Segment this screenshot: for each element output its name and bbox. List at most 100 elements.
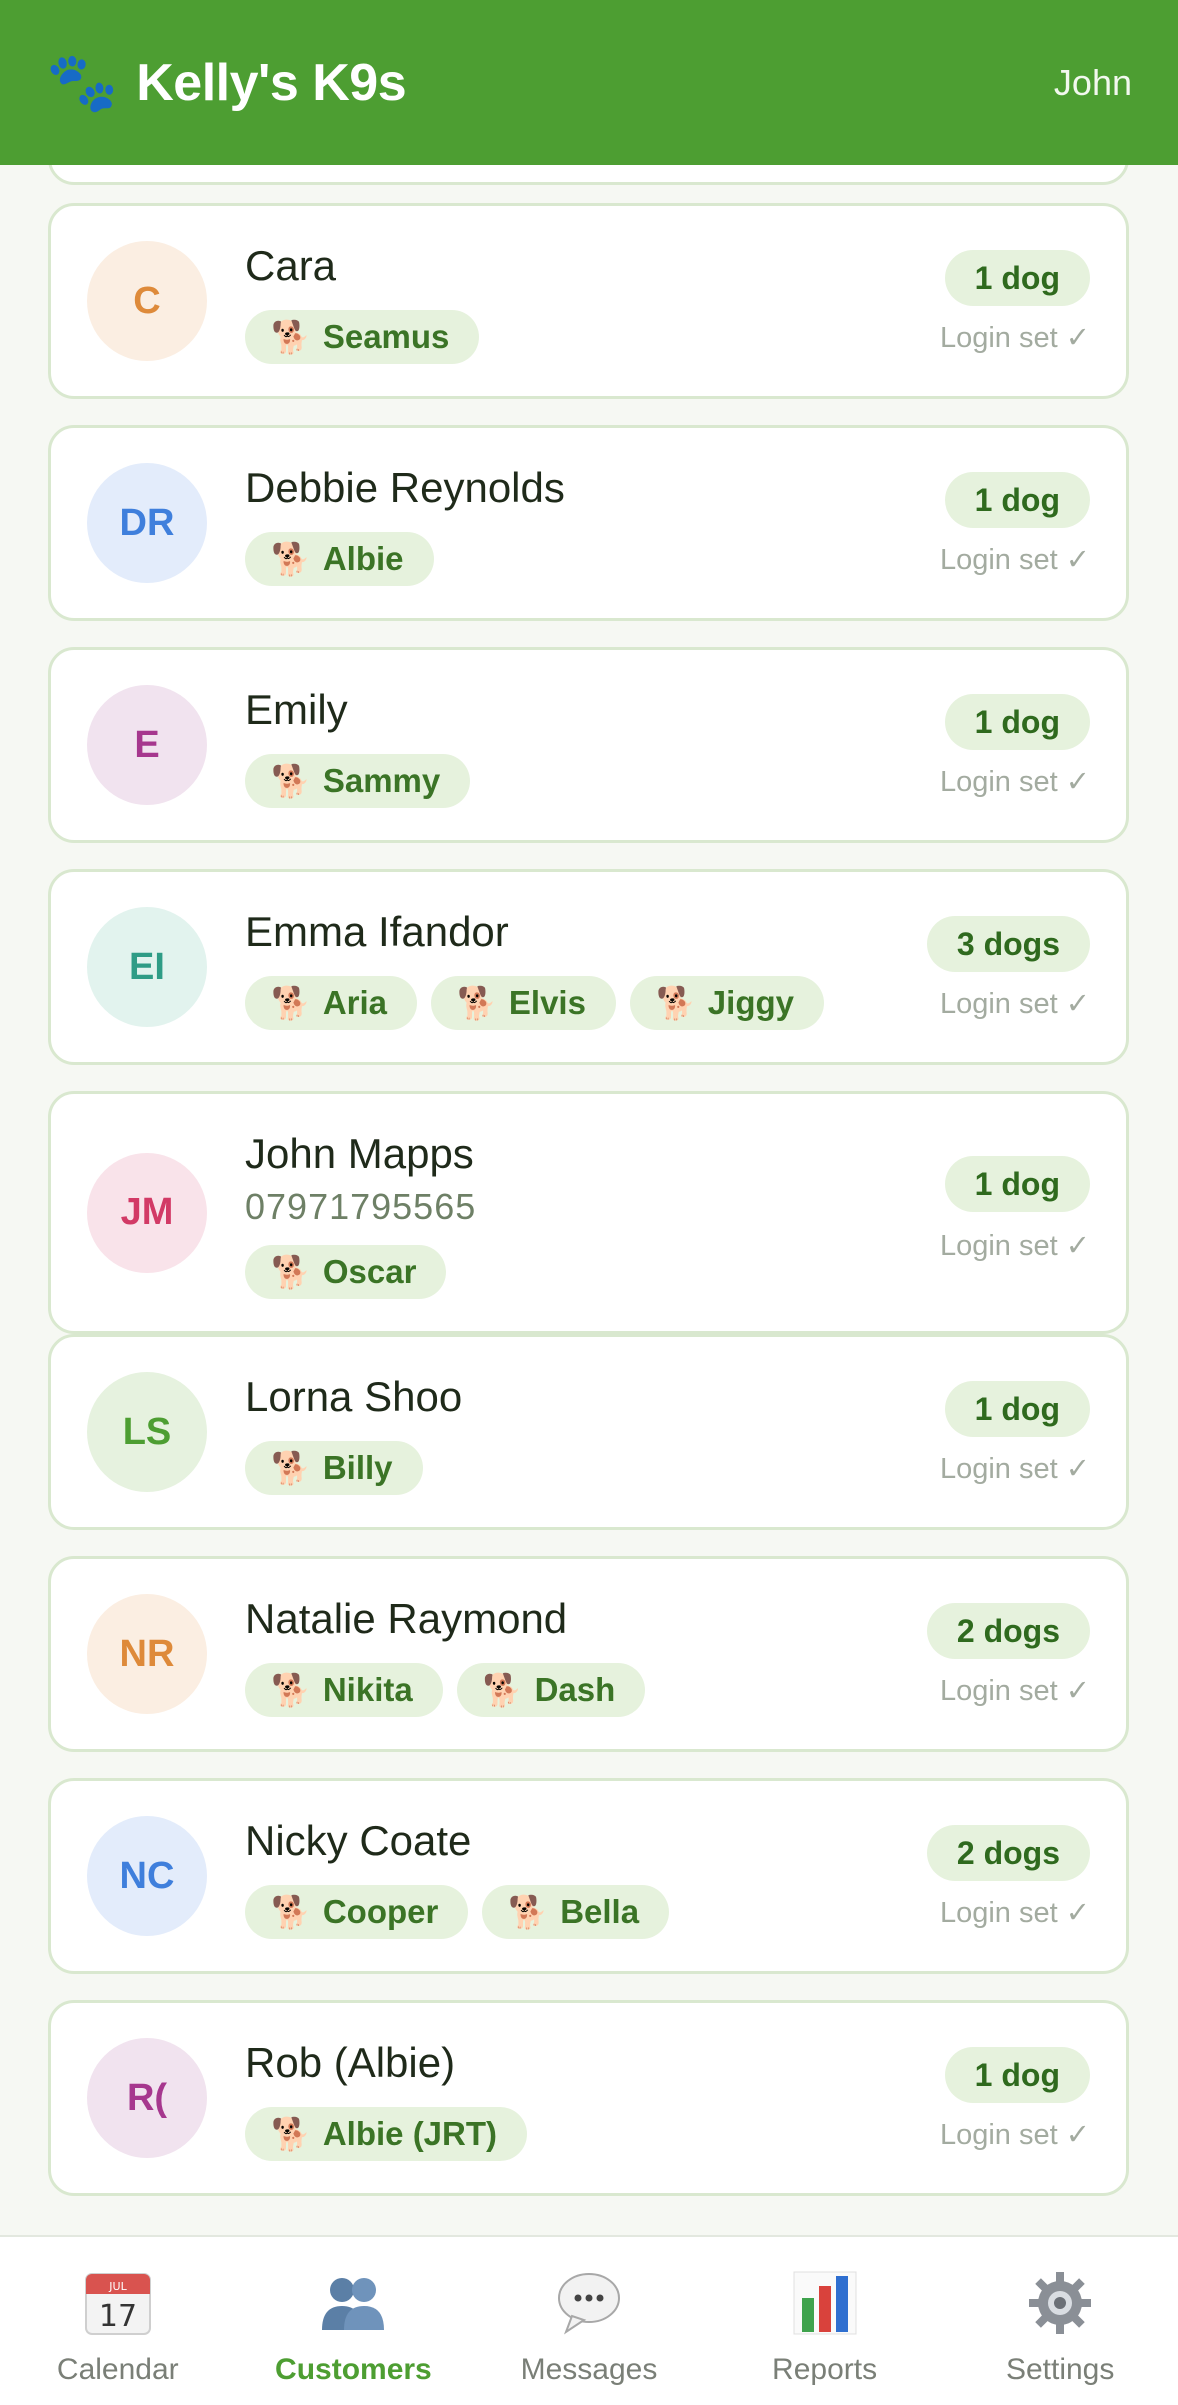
tab-label: Customers [275, 2353, 432, 2386]
tab-reports[interactable]: Reports [707, 2237, 943, 2405]
customer-card[interactable] [48, 165, 1129, 185]
customer-card[interactable]: DR Debbie Reynolds 🐕 Albie 1 dog Login set ✓ [48, 425, 1129, 621]
user-name[interactable]: John [1054, 62, 1132, 104]
dog-count-badge: 1 dog [944, 694, 1090, 750]
customer-card[interactable]: E Emily 🐕 Sammy 1 dog Login set ✓ [48, 647, 1129, 843]
avatar: EI [87, 907, 207, 1027]
login-status: Login set ✓ [939, 1675, 1090, 1707]
dog-count-badge: 2 dogs [926, 1825, 1090, 1881]
dog-name: Bella [560, 1893, 640, 1930]
dog-list: 🐕 Aria 🐕 Elvis 🐕 Jiggy [245, 976, 824, 1030]
dog-name: Dash [534, 1671, 616, 1708]
dog-name: Elvis [508, 984, 586, 1021]
customer-phone[interactable]: 07971795565 [245, 1186, 476, 1228]
dog-chip[interactable]: 🐕 Billy [245, 1441, 423, 1495]
dog-chip[interactable]: 🐕 Dash [456, 1663, 646, 1717]
dog-icon: 🐕 [655, 985, 696, 1021]
dog-icon: 🐕 [508, 1894, 549, 1930]
customer-card[interactable]: NC Nicky Coate 🐕 Cooper 🐕 Bella 2 dogs Login se… [48, 1778, 1129, 1974]
login-status: Login set ✓ [939, 988, 1090, 1020]
dog-icon: 🐕 [457, 985, 497, 1021]
dog-name: Sammy [322, 762, 441, 799]
dog-count-badge: 1 dog [944, 1156, 1090, 1212]
dog-list: 🐕 Cooper 🐕 Bella [245, 1885, 670, 1939]
dog-icon: 🐕 [482, 1672, 523, 1708]
customer-card[interactable]: NR Natalie Raymond 🐕 Nikita 🐕 Dash 2 dogs Login… [48, 1556, 1129, 1752]
app-title: Kelly's K9s [136, 53, 407, 112]
dog-chip[interactable]: 🐕 Aria [245, 976, 418, 1030]
avatar: NC [87, 1816, 207, 1936]
customer-card[interactable]: LS Lorna Shoo 🐕 Billy 1 dog Login set ✓ [48, 1334, 1129, 1530]
customer-name: Emma Ifandor [245, 908, 509, 955]
dog-list: 🐕 Albie (JRT) [245, 2107, 528, 2161]
tab-customers[interactable]: Customers [236, 2237, 472, 2405]
tab-label: Messages [520, 2353, 658, 2386]
dog-chip[interactable]: 🐕 Oscar [245, 1245, 447, 1299]
login-status: Login set ✓ [939, 1230, 1090, 1262]
dog-chip[interactable]: 🐕 Jiggy [629, 976, 824, 1030]
dog-list: 🐕 Billy [245, 1441, 423, 1495]
avatar: C [87, 241, 207, 361]
dog-name: Seamus [322, 318, 450, 355]
tab-settings[interactable]: Settings [942, 2237, 1178, 2405]
dog-name: Jiggy [707, 984, 794, 1021]
customer-name: John Mapps [245, 1130, 474, 1177]
login-status: Login set ✓ [939, 322, 1090, 354]
dog-icon: 🐕 [271, 319, 311, 355]
paw-prints-icon: 🐾 [46, 49, 119, 115]
customer-list[interactable]: C Cara 🐕 Seamus 1 dog Login set ✓ DR Debbie Rey… [0, 165, 1178, 2235]
dog-chip[interactable]: 🐕 Albie [245, 532, 434, 586]
dog-chip[interactable]: 🐕 Sammy [245, 754, 471, 808]
avatar: DR [87, 463, 207, 583]
customer-name: Nicky Coate [245, 1817, 472, 1864]
dog-count-badge: 1 dog [944, 2047, 1090, 2103]
dog-list: 🐕 Nikita 🐕 Dash [245, 1663, 646, 1717]
dog-list: 🐕 Seamus [245, 310, 480, 364]
customer-name: Natalie Raymond [245, 1595, 568, 1642]
dog-icon: 🐕 [271, 985, 311, 1021]
dog-chip[interactable]: 🐕 Nikita [245, 1663, 443, 1717]
calendar-icon: JUL 17 [82, 2267, 154, 2339]
dog-icon: 🐕 [271, 1254, 311, 1290]
dog-icon: 🐕 [271, 1450, 311, 1486]
dog-name: Billy [322, 1449, 393, 1486]
customer-card[interactable]: JM John Mapps 07971795565 🐕 Oscar 1 dog Login … [48, 1091, 1129, 1334]
people-icon [317, 2267, 389, 2339]
dog-name: Nikita [322, 1671, 413, 1708]
dog-count-badge: 3 dogs [926, 916, 1090, 972]
customer-name: Emily [245, 686, 348, 733]
login-status: Login set ✓ [939, 2119, 1090, 2151]
customer-card[interactable]: EI Emma Ifandor 🐕 Aria 🐕 Elvis 🐕 Jiggy 3 dogs Log… [48, 869, 1129, 1065]
dog-icon: 🐕 [271, 1894, 311, 1930]
tab-label: Reports [772, 2353, 878, 2386]
app-header: 🐾 Kelly's K9s John [0, 0, 1178, 165]
dog-name: Cooper [322, 1893, 439, 1930]
dog-icon: 🐕 [271, 2116, 311, 2152]
dog-chip[interactable]: 🐕 Elvis [431, 976, 616, 1030]
customer-card[interactable]: R(Rob (Albie) 🐕 Albie (JRT) 1 dog Login set … [48, 2000, 1129, 2196]
calendar-month: JUL [108, 2280, 127, 2293]
bar-chart-icon [789, 2267, 861, 2339]
tab-bar: JUL 17 Calendar Customers Messages Reports Set… [0, 2235, 1178, 2405]
login-status: Login set ✓ [939, 544, 1090, 576]
customer-name: Rob (Albie) [245, 2039, 456, 2086]
customer-name: Cara [245, 242, 337, 289]
avatar: LS [87, 1372, 207, 1492]
avatar: JM [87, 1152, 207, 1273]
gear-icon [1024, 2267, 1096, 2339]
customer-card[interactable]: C Cara 🐕 Seamus 1 dog Login set ✓ [48, 203, 1129, 399]
login-status: Login set ✓ [939, 1453, 1090, 1485]
dog-chip[interactable]: 🐕 Cooper [245, 1885, 469, 1939]
dog-list: 🐕 Sammy [245, 754, 471, 808]
dog-chip[interactable]: 🐕 Albie (JRT) [245, 2107, 528, 2161]
login-status: Login set ✓ [939, 766, 1090, 798]
dog-chip[interactable]: 🐕 Seamus [245, 310, 480, 364]
dog-count-badge: 1 dog [944, 250, 1090, 306]
dog-chip[interactable]: 🐕 Bella [482, 1885, 670, 1939]
dog-count-badge: 1 dog [944, 1381, 1090, 1437]
login-status: Login set ✓ [939, 1897, 1090, 1929]
tab-messages[interactable]: Messages [471, 2237, 707, 2405]
tab-calendar[interactable]: JUL 17 Calendar [0, 2237, 236, 2405]
avatar: NR [87, 1594, 207, 1714]
avatar: E [87, 685, 207, 805]
